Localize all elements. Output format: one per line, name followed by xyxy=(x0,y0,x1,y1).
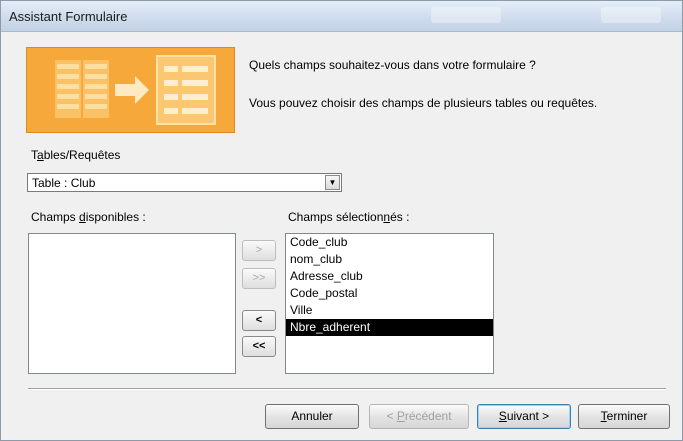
footer-divider xyxy=(28,388,666,390)
tables-queries-label: Tables/Requêtes xyxy=(31,148,121,162)
remove-field-button[interactable]: < xyxy=(242,310,276,331)
selected-fields-list[interactable]: Code_club nom_club Adresse_club Code_pos… xyxy=(285,233,494,374)
wizard-illustration xyxy=(26,47,235,133)
available-fields-label: Champs disponibles : xyxy=(31,210,146,224)
add-field-button[interactable]: > xyxy=(242,240,276,261)
title-bar[interactable]: Assistant Formulaire xyxy=(1,1,682,32)
previous-button[interactable]: < Précédent xyxy=(369,404,469,429)
list-item-selected[interactable]: Nbre_adherent xyxy=(286,319,493,336)
cancel-button[interactable]: Annuler xyxy=(265,404,359,429)
selected-fields-label: Champs sélectionnés : xyxy=(288,210,410,224)
wizard-hint: Vous pouvez choisir des champs de plusie… xyxy=(249,96,598,110)
list-item[interactable]: nom_club xyxy=(286,251,493,268)
finish-button[interactable]: Terminer xyxy=(578,404,670,429)
dropdown-arrow-icon[interactable]: ▼ xyxy=(325,175,340,190)
title-bar-blurred-area xyxy=(601,7,661,23)
available-fields-list[interactable] xyxy=(28,233,236,374)
tables-queries-value: Table : Club xyxy=(32,176,96,190)
wizard-window: Assistant Formulaire Quels champs souhai… xyxy=(0,0,683,441)
form-wizard-icon xyxy=(55,55,216,125)
window-title: Assistant Formulaire xyxy=(9,9,128,24)
tables-queries-dropdown[interactable]: Table : Club ▼ xyxy=(27,173,342,192)
list-item[interactable]: Code_postal xyxy=(286,285,493,302)
title-bar-blurred-area xyxy=(431,7,501,23)
wizard-question: Quels champs souhaitez-vous dans votre f… xyxy=(249,58,536,72)
list-item[interactable]: Code_club xyxy=(286,234,493,251)
next-button[interactable]: Suivant > xyxy=(477,404,571,429)
add-all-fields-button[interactable]: >> xyxy=(242,268,276,289)
list-item[interactable]: Adresse_club xyxy=(286,268,493,285)
list-item[interactable]: Ville xyxy=(286,302,493,319)
remove-all-fields-button[interactable]: << xyxy=(242,336,276,357)
